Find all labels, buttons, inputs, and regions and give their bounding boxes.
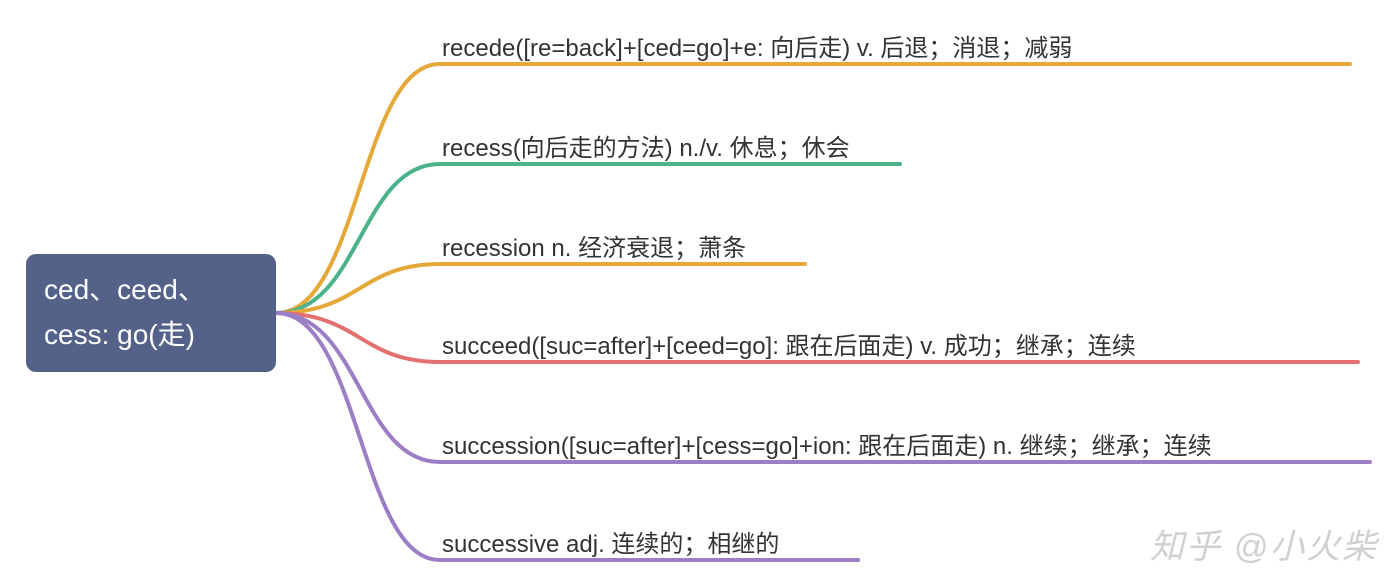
root-line1: ced、ceed、 bbox=[44, 268, 258, 313]
branch-recede: recede([re=back]+[ced=go]+e: 向后走) v. 后退；… bbox=[442, 28, 1072, 63]
branch-succession: succession([suc=after]+[cess=go]+ion: 跟在… bbox=[442, 426, 1212, 461]
branch-recession: recession n. 经济衰退；萧条 bbox=[442, 228, 746, 263]
mindmap-root-node: ced、ceed、 cess: go(走) bbox=[26, 254, 276, 372]
branch-recess: recess(向后走的方法) n./v. 休息；休会 bbox=[442, 128, 850, 163]
branch-succeed: succeed([suc=after]+[ceed=go]: 跟在后面走) v.… bbox=[442, 326, 1136, 361]
root-line2: cess: go(走) bbox=[44, 313, 258, 358]
watermark: 知乎 @小火柴 bbox=[1150, 519, 1378, 568]
branch-successive: successive adj. 连续的；相继的 bbox=[442, 524, 779, 559]
